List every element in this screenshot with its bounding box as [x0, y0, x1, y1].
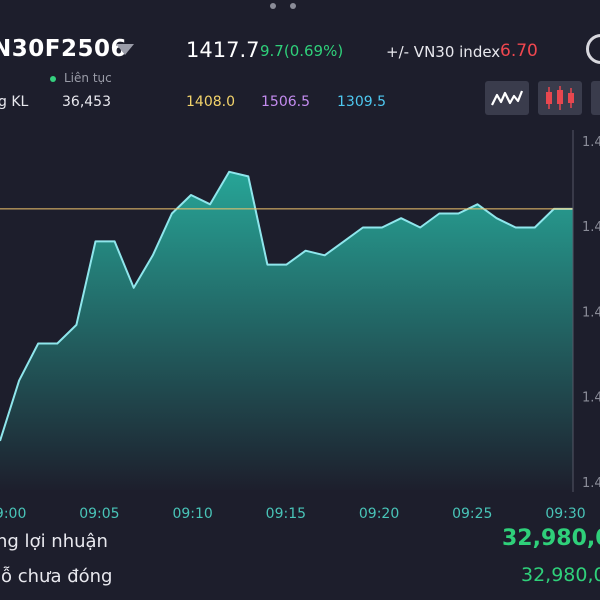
status-bar-indicator [270, 0, 330, 9]
x-tick-label: 09:05 [79, 506, 119, 522]
ceiling-price: 1506.5 [261, 94, 310, 110]
y-tick-label: 1.4 [582, 305, 600, 320]
y-tick-label: 1.4 [582, 135, 600, 150]
index-diff-label: +/- VN30 index [386, 43, 501, 61]
index-diff-value: 6.70 [500, 41, 538, 61]
candlestick-icon [546, 86, 574, 110]
x-tick-label: 09:00 [0, 506, 26, 522]
open-pl-label: lỗ chưa đóng [0, 566, 113, 587]
chevron-down-icon[interactable] [116, 44, 134, 55]
candlestick-chart-button[interactable] [538, 81, 582, 115]
price-area-fill [0, 171, 573, 493]
x-tick-label: 09:10 [172, 506, 212, 522]
market-status-label: Liên tục [64, 71, 112, 85]
y-tick-label: 1.4 [582, 220, 600, 235]
y-tick-label: 1.4 [582, 476, 600, 491]
market-status: Liên tục [50, 71, 112, 85]
total-profit-label: ng lợi nhuận [0, 531, 108, 552]
x-tick-label: 09:30 [545, 506, 585, 522]
floor-price: 1309.5 [337, 94, 386, 110]
app-logo-icon[interactable] [586, 34, 600, 64]
status-dot-icon [50, 75, 56, 82]
price-area-chart[interactable]: 1.4 1.4 1.4 1.4 1.4 09:00 09:05 09:10 09:15 09:2… [0, 130, 600, 530]
volume-label: g KL [0, 94, 29, 110]
reference-price: 1408.0 [186, 94, 235, 110]
contract-symbol[interactable]: N30F2506 [0, 36, 127, 62]
line-chart-icon [491, 90, 524, 106]
x-tick-label: 09:25 [452, 506, 492, 522]
y-tick-label: 1.4 [582, 391, 600, 406]
line-chart-button[interactable] [485, 81, 529, 115]
x-tick-label: 09:15 [266, 506, 306, 522]
chart-settings-button[interactable] [591, 81, 600, 115]
total-profit-value: 32,980,0 [502, 526, 600, 551]
volume-value: 36,453 [62, 94, 111, 110]
last-price: 1417.7 [186, 38, 260, 62]
x-tick-label: 09:20 [359, 506, 399, 522]
price-change: 9.7(0.69%) [260, 42, 344, 60]
open-pl-value: 32,980,0 [521, 564, 600, 586]
